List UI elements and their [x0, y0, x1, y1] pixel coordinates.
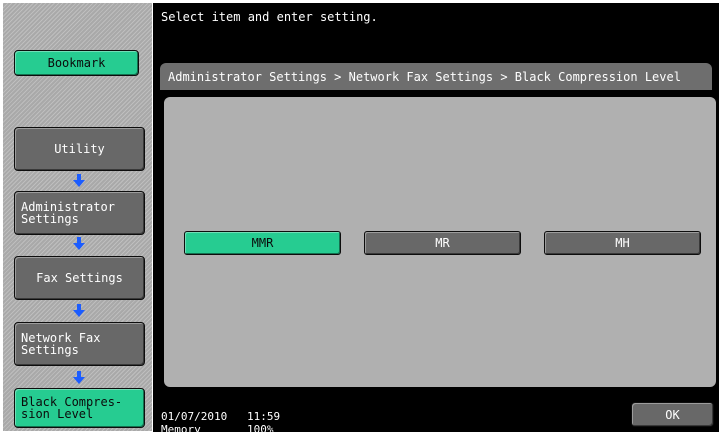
down-arrow-icon — [73, 174, 85, 187]
breadcrumb: Administrator Settings > Network Fax Set… — [160, 63, 712, 90]
down-arrow-icon — [73, 371, 85, 384]
option-mh-button[interactable]: MH — [544, 231, 701, 255]
option-label: MMR — [251, 236, 274, 250]
bookmark-button[interactable]: Bookmark — [14, 50, 139, 76]
sidebar-item-label: Fax Settings — [36, 271, 123, 285]
bookmark-label: Bookmark — [47, 56, 106, 70]
sidebar-item-label-line2: sion Level — [21, 407, 94, 421]
sidebar-item-label-line2: Settings — [21, 343, 79, 357]
sidebar-item-utility[interactable]: Utility — [14, 127, 145, 171]
sidebar-item-label: Utility — [54, 142, 105, 156]
sidebar-item-label-line2: Settings — [21, 212, 79, 226]
status-footer: 01/07/2010 11:59 Memory 100% OK — [153, 397, 719, 436]
memory-label: Memory — [161, 423, 201, 436]
down-arrow-icon — [73, 304, 85, 317]
ok-label: OK — [665, 407, 680, 422]
option-mmr-button[interactable]: MMR — [184, 231, 341, 255]
option-mr-button[interactable]: MR — [364, 231, 521, 255]
date-display: 01/07/2010 — [161, 410, 228, 423]
option-label: MH — [615, 236, 630, 250]
message-bar: Select item and enter setting. — [153, 3, 719, 58]
breadcrumb-text: Administrator Settings > Network Fax Set… — [168, 70, 681, 84]
ok-button[interactable]: OK — [631, 402, 714, 427]
sidebar-item-black-compression-level[interactable]: Black Compres- sion Level — [14, 388, 145, 428]
sidebar: Bookmark Utility Administrator Settings … — [3, 3, 152, 431]
sidebar-item-administrator-settings[interactable]: Administrator Settings — [14, 191, 145, 235]
instruction-message: Select item and enter setting. — [161, 10, 378, 24]
copier-control-panel: Bookmark Utility Administrator Settings … — [0, 0, 722, 435]
options-area: MMR MR MH — [164, 97, 716, 387]
time-display: 11:59 — [247, 410, 281, 423]
down-arrow-icon — [73, 237, 85, 250]
memory-value: 100% — [247, 423, 274, 436]
sidebar-item-network-fax-settings[interactable]: Network Fax Settings — [14, 322, 145, 366]
option-label: MR — [435, 236, 450, 250]
sidebar-item-fax-settings[interactable]: Fax Settings — [14, 256, 145, 300]
